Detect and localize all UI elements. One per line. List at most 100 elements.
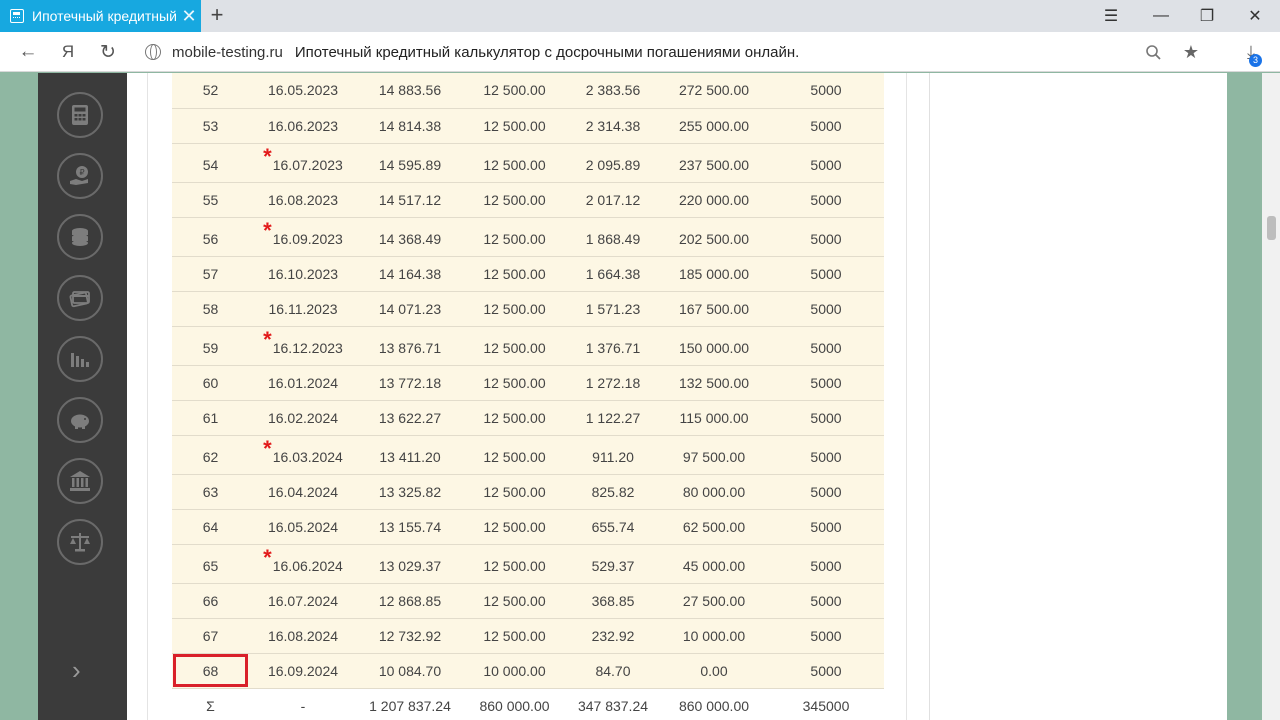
url-field[interactable]: mobile-testing.ru Ипотечный кредитный ка… [136,37,1214,67]
row-number: 61 [202,409,219,426]
search-page-icon[interactable] [1138,32,1168,72]
coins-icon[interactable] [57,214,103,260]
remaining-balance: 237 500.00 [678,156,750,173]
table-row: 60 16.01.2024 13 772.18 12 500.00 1 272.18 13… [172,365,884,401]
payment-date-cell: 16.09.2024 [249,653,357,689]
cards-icon[interactable] [57,275,103,321]
table-row: 67 16.08.2024 12 732.92 12 500.00 232.92 10 0… [172,618,884,654]
payment-date: 16.08.2023 [267,191,339,208]
close-window-icon[interactable]: ✕ [1232,0,1278,32]
extra-payment-cell: 5000 [768,544,884,584]
table-row: 59 *16.12.2023 13 876.71 12 500.00 1 376.71 1… [172,326,884,366]
payment-amount-cell: 10 084.70 [357,653,463,689]
payment-amount: 14 164.38 [378,265,442,282]
principal-amount: 12 500.00 [483,592,546,609]
row-number-cell: 65 [172,544,249,584]
principal-amount: 12 500.00 [483,518,546,535]
principal-amount: 12 500.00 [483,448,546,465]
interest-amount: 2 383.56 [585,82,641,99]
interest-amount-cell: 1 571.23 [566,291,660,327]
extra-payment: 5000 [810,557,842,574]
principal-amount-cell: 12 500.00 [463,400,566,436]
payment-amount: 13 029.37 [378,557,442,574]
payment-date-cell: *16.07.2023 [249,143,357,183]
extra-payment-cell: 5000 [768,618,884,654]
scrollbar-thumb[interactable] [1267,216,1276,240]
row-number: 66 [202,592,219,609]
principal-amount-cell: 12 500.00 [463,291,566,327]
payment-date: 16.01.2024 [267,374,339,391]
chart-down-icon[interactable] [57,336,103,382]
principal-amount-cell: 12 500.00 [463,583,566,619]
minimize-icon[interactable]: — [1138,0,1184,32]
calculator-icon[interactable] [57,92,103,138]
extra-payment-cell: 5000 [768,653,884,689]
bank-icon[interactable] [57,458,103,504]
principal-amount: 12 500.00 [483,339,546,356]
tab-active[interactable]: Ипотечный кредитный ✕ [0,0,201,32]
row-number: 54 [202,156,219,173]
payment-date-cell: 16.04.2024 [249,474,357,510]
row-number-cell: 57 [172,256,249,292]
restore-icon[interactable]: ❐ [1184,0,1230,32]
extra-payment: 5000 [810,339,842,356]
page-scrollbar[interactable] [1262,73,1280,720]
early-repayment-star-icon: * [263,326,272,352]
piggy-bank-icon[interactable] [57,397,103,443]
payment-date-cell: *16.12.2023 [249,326,357,366]
payment-amount-cell: 12 732.92 [357,618,463,654]
row-number: Σ [206,697,215,714]
interest-amount: 347 837.24 [577,697,649,714]
remaining-balance-cell: 202 500.00 [660,217,768,257]
bookmark-star-icon[interactable]: ★ [1176,32,1206,72]
payment-amount: 1 207 837.24 [369,697,451,714]
remaining-balance: 150 000.00 [678,339,750,356]
sidebar-expand-icon[interactable]: › [72,655,81,686]
remaining-balance-cell: 167 500.00 [660,291,768,327]
calculator-favicon-icon [10,9,24,23]
extra-payment-cell: 5000 [768,217,884,257]
reload-icon[interactable]: ↻ [90,32,126,72]
interest-amount: 911.20 [592,448,634,465]
right-column [929,73,1227,720]
page-viewport: ₽ › 52 16.05.2023 14 883.56 12 500.00 2 383.… [0,73,1280,720]
back-icon[interactable]: ← [10,32,46,72]
interest-amount-cell: 529.37 [566,544,660,584]
extra-payment: 5000 [810,300,842,317]
principal-amount: 10 000.00 [483,662,546,679]
table-row: 68 16.09.2024 10 084.70 10 000.00 84.70 0.00 5… [172,653,884,689]
payment-date: 16.10.2023 [267,265,339,282]
row-number-cell: 66 [172,583,249,619]
browser-menu-icon[interactable]: ☰ [1088,0,1134,32]
row-number: 64 [202,518,219,535]
extra-payment-cell: 5000 [768,326,884,366]
site-info-icon[interactable] [145,44,161,60]
main-column: 52 16.05.2023 14 883.56 12 500.00 2 383.56 27… [147,73,907,720]
downloads-icon[interactable]: ⤓ 3 [1236,32,1266,72]
principal-amount-cell: 12 500.00 [463,435,566,475]
ruble-hand-icon[interactable]: ₽ [57,153,103,199]
payment-schedule-table: 52 16.05.2023 14 883.56 12 500.00 2 383.56 27… [172,73,884,720]
extra-payment: 5000 [810,156,842,173]
interest-amount-cell: 1 664.38 [566,256,660,292]
tab-close-icon[interactable]: ✕ [177,6,201,27]
table-row: 66 16.07.2024 12 868.85 12 500.00 368.85 27 5… [172,583,884,619]
remaining-balance: 202 500.00 [678,230,750,247]
scales-icon[interactable] [57,519,103,565]
principal-amount-cell: 12 500.00 [463,618,566,654]
remaining-balance-cell: 80 000.00 [660,474,768,510]
interest-amount-cell: 232.92 [566,618,660,654]
payment-amount-cell: 1 207 837.24 [357,688,463,720]
new-tab-button[interactable]: + [206,4,228,28]
remaining-balance-cell: 220 000.00 [660,182,768,218]
extra-payment: 5000 [810,627,842,644]
remaining-balance: 167 500.00 [678,300,750,317]
payment-amount: 14 368.49 [378,230,442,247]
yandex-icon[interactable]: Я [50,32,86,72]
payment-date: 16.08.2024 [267,627,339,644]
payment-amount: 14 517.12 [378,191,442,208]
interest-amount: 1 868.49 [585,230,641,247]
row-number-cell: 60 [172,365,249,401]
row-number: 65 [202,557,219,574]
payment-date: 16.07.2023 [272,156,343,173]
